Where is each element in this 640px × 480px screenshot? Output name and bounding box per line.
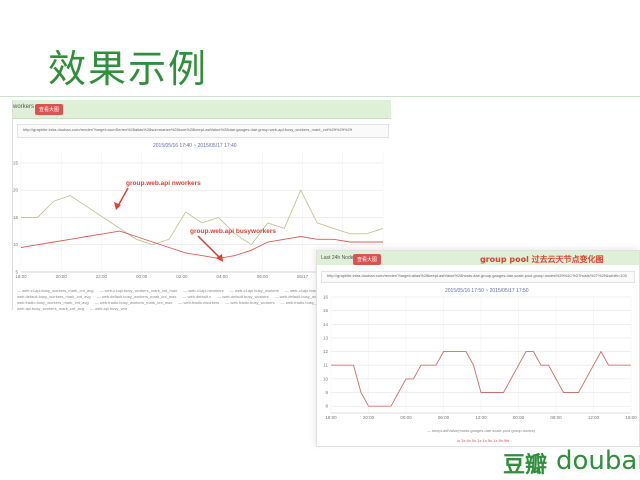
nodes-y-tick: 16 (323, 295, 329, 300)
nodes-y-tick: 15 (323, 308, 329, 313)
nodes-x-tick: 08:00 (550, 415, 562, 420)
nodes-color-row: io 3x 4x 0x 1x 1x 5x 1x 5x 9hi (457, 438, 510, 443)
arrow-nworkers (117, 187, 129, 207)
nodes-view-large-button[interactable]: 查看大图 (353, 254, 382, 265)
nodes-x-tick: 12:00 (475, 415, 487, 420)
nodes-panel-title: Last 24h Nodes (321, 255, 357, 261)
douban-logo-en: douban (556, 446, 640, 476)
nodes-y-tick: 10 (323, 376, 329, 381)
nodes-chart: 8 9 10 11 12 13 14 15 16 18:00 20:00 00:00 06:00 12:0… (323, 295, 637, 421)
nodes-x-tick: 12:00 (588, 415, 600, 420)
nodes-x-tick: 18:00 (325, 415, 337, 420)
nodes-panel: Last 24h Nodes 查看大图 http://graphite.intr… (316, 250, 640, 447)
nodes-x-tick: 16:00 (625, 415, 637, 420)
nodes-x-tick: 06:00 (438, 415, 450, 420)
nodes-y-tick: 9 (325, 390, 328, 395)
nodes-x-tick: 00:00 (513, 415, 525, 420)
nodes-x-tick: 00:00 (400, 415, 412, 420)
douban-logo-cn: 豆瓣 (503, 453, 548, 478)
nodes-y-tick: 11 (323, 363, 328, 368)
nodes-x-tick: 20:00 (363, 415, 375, 420)
nodes-url-text: http://graphite.intra.douban.com/render/… (327, 273, 627, 278)
nodes-y-tick: 12 (323, 349, 329, 354)
nodes-y-tick: 8 (325, 404, 328, 409)
nodes-y-tick: 13 (323, 335, 329, 340)
group-pool-caption: group pool 过去云天节点变化图 (480, 255, 604, 264)
nodes-y-tick: 14 (323, 322, 329, 327)
nodes-legend: — keepLastValue(hosts.gauges.dae.scale.p… (427, 428, 535, 433)
arrow-busyworkers (197, 235, 221, 259)
